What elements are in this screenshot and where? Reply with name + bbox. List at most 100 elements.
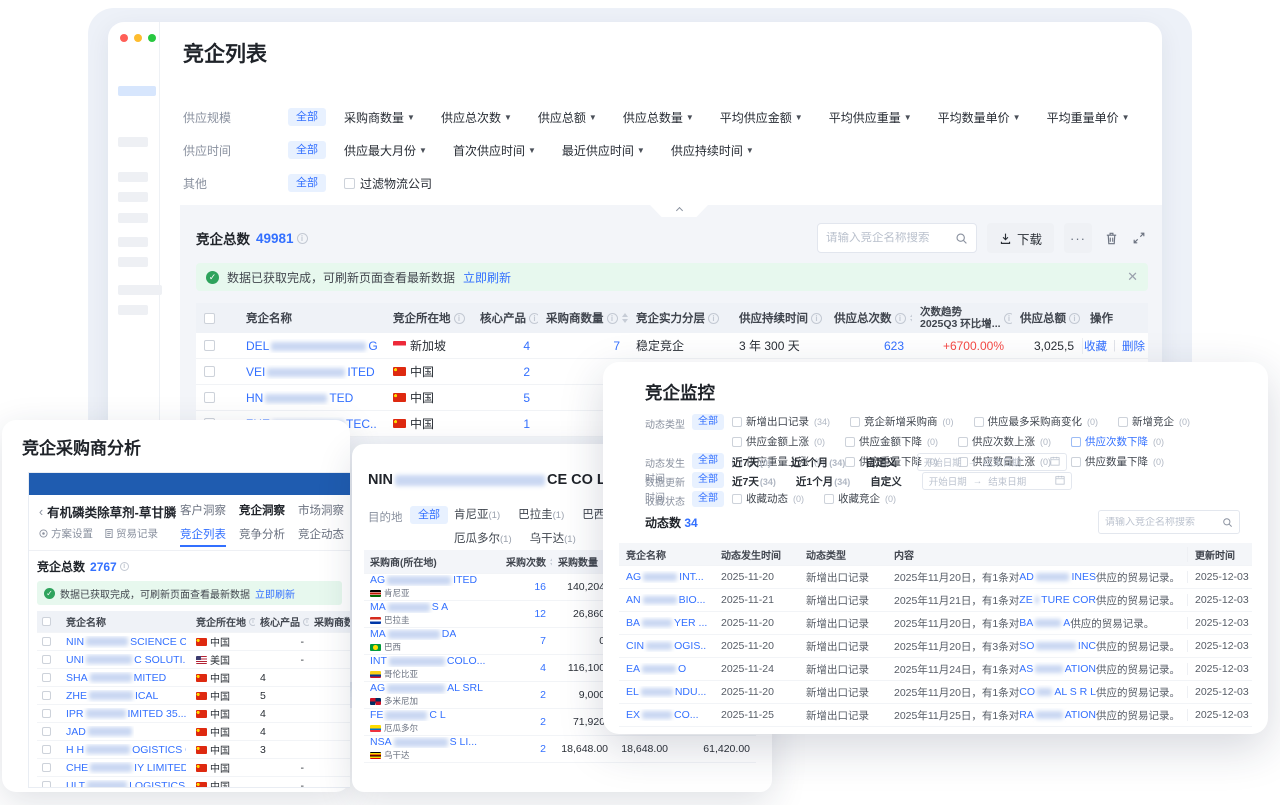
sidebar-item[interactable] bbox=[118, 305, 148, 315]
favorite-link[interactable]: 收藏 bbox=[1084, 338, 1107, 354]
column-header[interactable]: 供应总额 bbox=[1012, 310, 1082, 326]
filter-dropdown[interactable]: 供应总数量▼ bbox=[623, 109, 694, 126]
subtab-competition-analysis[interactable]: 竞争分析 bbox=[239, 526, 285, 547]
table-row[interactable]: DELGAP...新加坡47稳定竞企3 年 300 天623+6700.00%3… bbox=[196, 333, 1148, 359]
filter-all-badge[interactable]: 全部 bbox=[288, 141, 326, 159]
row-checkbox[interactable] bbox=[824, 494, 834, 504]
table-row[interactable]: ELNDU...2025-11-20新增出口记录2025年11月20日，有1条对… bbox=[619, 681, 1252, 704]
row-checkbox[interactable] bbox=[1071, 437, 1081, 447]
company-name-link[interactable]: INTCOLO... bbox=[370, 656, 485, 667]
trade-records-button[interactable]: 贸易记录 bbox=[105, 526, 158, 541]
table-row[interactable]: IPRIMITED 35...中国4 bbox=[37, 705, 350, 723]
company-name-link[interactable]: ELNDU... bbox=[626, 686, 706, 698]
filter-all-badge[interactable]: 全部 bbox=[288, 174, 326, 192]
company-name-link[interactable]: H HOGISTICS C... bbox=[66, 744, 186, 756]
monitor-filter-checkbox[interactable]: 竞企新增采购商(0) bbox=[850, 414, 954, 429]
search-input[interactable] bbox=[826, 232, 955, 244]
filter-dropdown[interactable]: 首次供应时间▼ bbox=[453, 142, 536, 159]
search-input[interactable] bbox=[1105, 517, 1222, 528]
table-row[interactable]: EXCO...2025-11-25新增出口记录2025年11月25日，有1条对R… bbox=[619, 704, 1252, 727]
table-row[interactable]: JAD中国4 bbox=[37, 723, 350, 741]
company-name-link[interactable]: AGINT... bbox=[626, 571, 704, 583]
fullscreen-button[interactable] bbox=[1130, 229, 1148, 247]
banner-close-icon[interactable]: ✕ bbox=[1127, 269, 1138, 285]
row-checkbox[interactable] bbox=[850, 417, 860, 427]
custom-range-option[interactable]: 自定义 bbox=[870, 474, 902, 489]
filter-all-badge[interactable]: 全部 bbox=[288, 108, 326, 126]
column-header[interactable]: 动态类型 bbox=[799, 547, 887, 562]
monitor-filter-checkbox[interactable]: 收藏竞企(0) bbox=[824, 491, 896, 506]
monitor-filter-option[interactable]: 近7天(0) bbox=[732, 455, 771, 470]
column-header[interactable]: 采购次数 bbox=[500, 554, 552, 570]
column-header[interactable]: 采购商(所在地) bbox=[364, 554, 500, 569]
tab-market-insight[interactable]: 市场洞察 bbox=[298, 502, 344, 518]
company-name-link[interactable]: AGAL SRL bbox=[370, 683, 483, 694]
collapse-filters-button[interactable] bbox=[650, 205, 708, 217]
company-name-link[interactable]: EXCO... bbox=[626, 709, 699, 721]
monitor-filter-checkbox[interactable]: 供应次数下降(0) bbox=[1071, 434, 1164, 449]
company-name-link[interactable]: DELGAP... bbox=[246, 339, 377, 353]
sort-icon[interactable] bbox=[622, 310, 628, 326]
column-header[interactable]: 竞企名称 bbox=[619, 547, 714, 562]
column-header[interactable]: 核心产品 bbox=[472, 310, 538, 326]
row-checkbox[interactable] bbox=[42, 781, 51, 788]
company-name-link[interactable]: JAD bbox=[66, 726, 134, 738]
filter-all-badge[interactable]: 全部 bbox=[692, 453, 724, 469]
destination-tab[interactable]: 巴拉圭(1) bbox=[518, 506, 564, 522]
table-row[interactable]: NSAS LI...乌干达218,648.0018,648.0061,420.0… bbox=[364, 736, 756, 763]
table-row[interactable]: SHAMITED中国4 bbox=[37, 669, 350, 687]
refresh-now-link[interactable]: 立即刷新 bbox=[463, 269, 511, 286]
row-checkbox[interactable] bbox=[204, 340, 215, 351]
sidebar-item[interactable] bbox=[118, 172, 148, 182]
table-row[interactable]: CHEIY LIMITED中国- bbox=[37, 759, 350, 777]
filter-dropdown[interactable]: 供应总额▼ bbox=[538, 109, 597, 126]
table-row[interactable]: ZHEICAL中国5 bbox=[37, 687, 350, 705]
row-checkbox[interactable] bbox=[42, 617, 51, 626]
column-header[interactable]: 供应总次数 bbox=[826, 310, 912, 326]
company-name-link[interactable]: ANBIO... bbox=[626, 594, 705, 606]
row-checkbox[interactable] bbox=[732, 437, 742, 447]
monitor-search[interactable] bbox=[1098, 510, 1240, 534]
column-header[interactable]: 竞企名称 bbox=[238, 310, 385, 326]
table-row[interactable]: H HOGISTICS C...中国3 bbox=[37, 741, 350, 759]
filter-dropdown[interactable]: 平均重量单价▼ bbox=[1047, 109, 1130, 126]
sidebar-item[interactable] bbox=[118, 213, 148, 223]
filter-dropdown[interactable]: 最近供应时间▼ bbox=[562, 142, 645, 159]
subtab-competitor-list[interactable]: 竞企列表 bbox=[180, 526, 226, 547]
filter-dropdown[interactable]: 采购商数量▼ bbox=[344, 109, 415, 126]
company-name-link[interactable]: ZHEICAL bbox=[66, 690, 158, 702]
row-checkbox[interactable] bbox=[204, 313, 215, 324]
table-row[interactable]: UNIC SOLUTI...美国- bbox=[37, 651, 350, 669]
row-checkbox[interactable] bbox=[42, 673, 51, 682]
filter-dropdown[interactable]: 平均数量单价▼ bbox=[938, 109, 1021, 126]
filter-dropdown[interactable]: 平均供应金额▼ bbox=[720, 109, 803, 126]
monitor-filter-option[interactable]: 近7天(34) bbox=[732, 474, 776, 489]
sidebar-item[interactable] bbox=[118, 137, 148, 147]
row-checkbox[interactable] bbox=[42, 727, 51, 736]
table-row[interactable]: ULTLOGISTICS ...中国- bbox=[37, 777, 350, 788]
filter-dropdown[interactable]: 平均供应重量▼ bbox=[829, 109, 912, 126]
company-name-link[interactable]: CHEIY LIMITED bbox=[66, 762, 186, 774]
delete-link[interactable]: 删除 bbox=[1122, 338, 1145, 354]
table-row[interactable]: EAO2025-11-24新增出口记录2025年11月24日，有1条对ASATI… bbox=[619, 658, 1252, 681]
monitor-filter-checkbox[interactable]: 新增出口记录(34) bbox=[732, 414, 830, 429]
download-button[interactable]: 下载 bbox=[987, 223, 1054, 253]
sidebar-item-active[interactable] bbox=[118, 86, 156, 96]
company-name-link[interactable]: MAS A bbox=[370, 602, 448, 613]
company-name-link[interactable]: NINSCIENCE C... bbox=[66, 636, 186, 648]
sidebar-item[interactable] bbox=[118, 237, 148, 247]
row-checkbox[interactable] bbox=[204, 366, 215, 377]
column-header[interactable]: 动态发生时间 bbox=[714, 547, 799, 562]
clear-trash-button[interactable] bbox=[1102, 229, 1120, 247]
monitor-filter-checkbox[interactable]: 供应金额上涨(0) bbox=[732, 434, 825, 449]
monitor-filter-checkbox[interactable]: 收藏动态(0) bbox=[732, 491, 804, 506]
monitor-filter-checkbox[interactable]: 供应最多采购商变化(0) bbox=[974, 414, 1099, 429]
company-name-link[interactable]: EAO bbox=[626, 663, 686, 675]
company-name-link[interactable]: UNIC SOLUTI... bbox=[66, 654, 186, 666]
filter-dropdown[interactable]: 供应最大月份▼ bbox=[344, 142, 427, 159]
company-name-link[interactable]: VEIITED bbox=[246, 365, 375, 379]
row-checkbox[interactable] bbox=[845, 437, 855, 447]
row-checkbox[interactable] bbox=[732, 417, 742, 427]
column-header[interactable]: 竞企所在地 bbox=[191, 614, 255, 629]
row-checkbox[interactable] bbox=[42, 709, 51, 718]
